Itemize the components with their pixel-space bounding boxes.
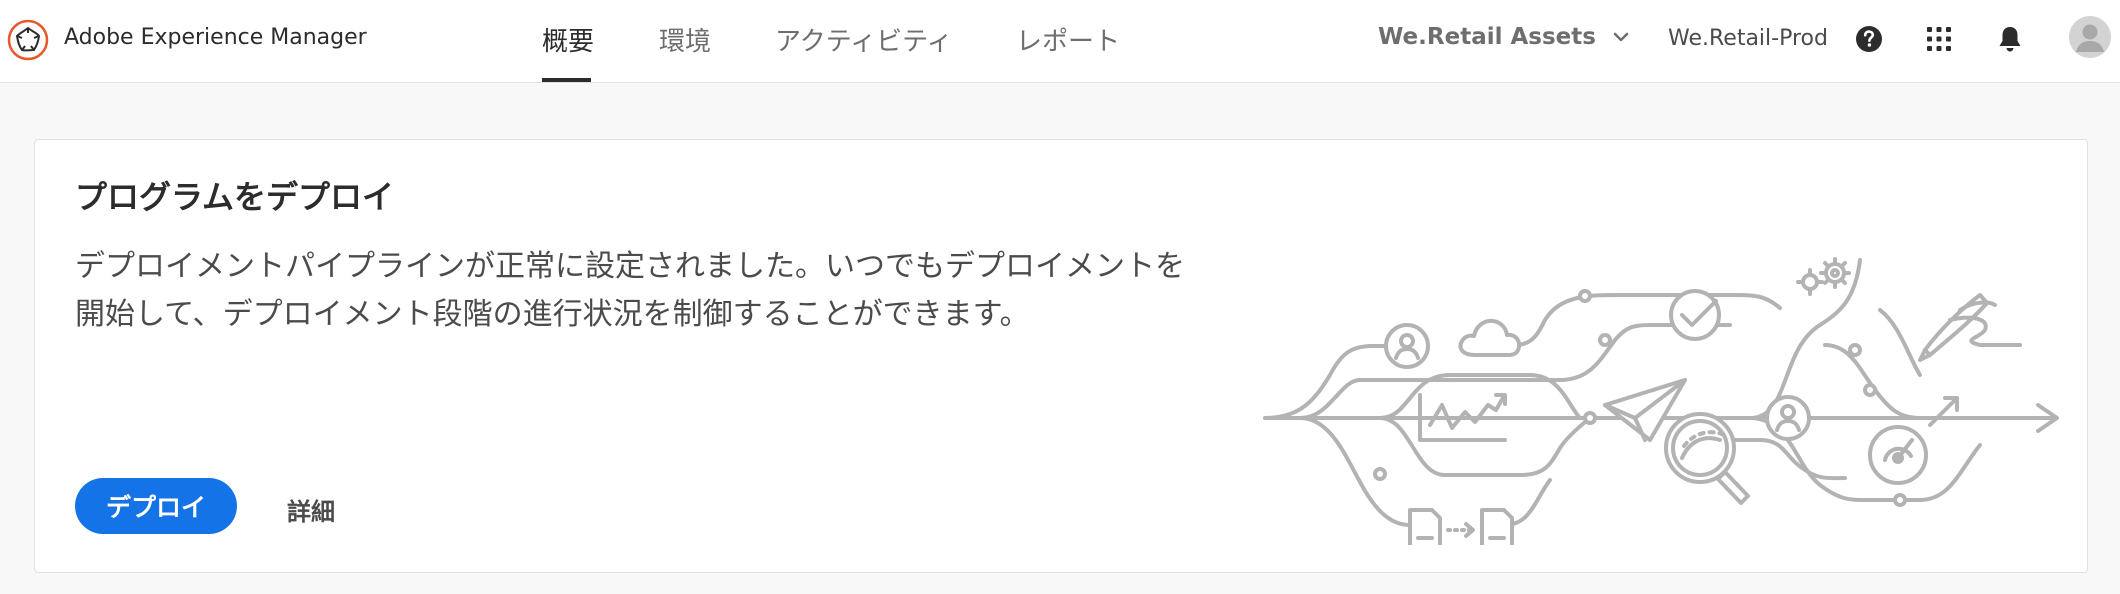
chevron-down-icon <box>1613 32 1629 42</box>
details-button[interactable]: 詳細 <box>287 492 335 527</box>
top-bar: Adobe Experience Manager 概要 環境 アクティビティ レ… <box>0 0 2120 83</box>
card-description: デプロイメントパイプラインが正常に設定されました。いつでもデプロイメントを開始し… <box>75 249 1185 332</box>
app-name: Adobe Experience Manager <box>64 25 367 50</box>
environment-name[interactable]: We.Retail-Prod <box>1668 26 1828 51</box>
help-icon[interactable] <box>1852 22 1886 56</box>
bell-icon[interactable] <box>1993 22 2027 56</box>
tab-reports[interactable]: レポート <box>1016 21 1120 58</box>
deploy-program-card: プログラムをデプロイ デプロイメントパイプラインが正常に設定されました。いつでも… <box>34 139 2088 573</box>
aem-logo-icon <box>7 19 49 61</box>
active-tab-indicator <box>542 78 591 82</box>
tab-activity[interactable]: アクティビティ <box>775 21 953 58</box>
card-title: プログラムをデプロイ <box>75 178 395 216</box>
tab-environments[interactable]: 環境 <box>659 21 711 58</box>
pipeline-illustration <box>1263 257 2059 545</box>
tab-overview[interactable]: 概要 <box>542 21 594 58</box>
deploy-button[interactable]: デプロイ <box>75 478 237 534</box>
user-avatar-icon <box>2069 16 2111 58</box>
avatar[interactable] <box>2069 16 2111 58</box>
app-grid-icon[interactable] <box>1922 22 1956 56</box>
program-switcher[interactable]: We.Retail Assets <box>1378 24 1630 50</box>
program-switcher-label: We.Retail Assets <box>1378 24 1596 50</box>
